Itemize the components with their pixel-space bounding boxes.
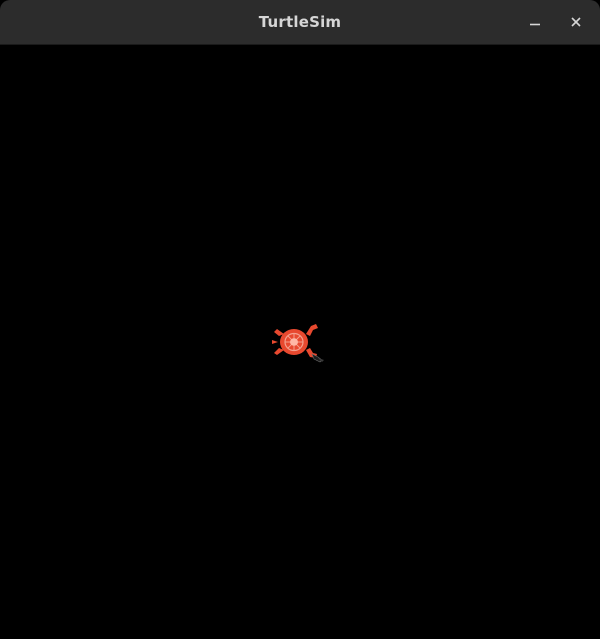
turtle-icon [272,324,324,363]
minimize-button[interactable] [522,9,548,35]
minimize-icon [530,23,540,26]
turtle-canvas [0,45,600,639]
title-bar[interactable]: TurtleSim [0,0,600,45]
window-title: TurtleSim [258,13,342,31]
turtle-head [311,353,324,363]
close-button[interactable] [563,9,589,35]
close-icon [571,17,581,27]
turtlesim-window: TurtleSim [0,0,600,639]
